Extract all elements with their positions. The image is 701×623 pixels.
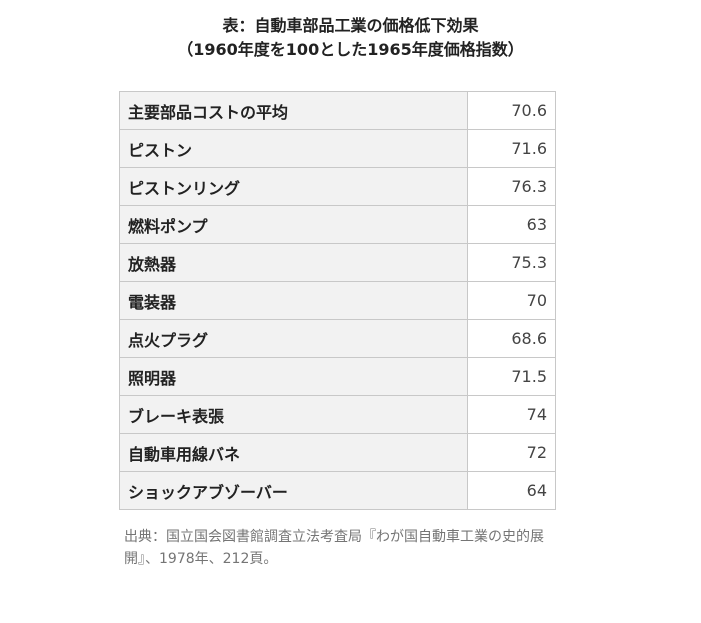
row-value: 70 xyxy=(467,281,556,320)
table-title-subtitle: （1960年度を100とした1965年度価格指数） xyxy=(177,40,524,59)
table-row: 照明器 71.5 xyxy=(119,357,556,396)
table-row: ショックアブゾーバー 64 xyxy=(119,471,556,510)
table-row: 点火プラグ 68.6 xyxy=(119,319,556,358)
row-value: 71.6 xyxy=(467,129,556,168)
row-label: ピストンリング xyxy=(119,167,468,206)
row-value: 64 xyxy=(467,471,556,510)
row-label: 照明器 xyxy=(119,357,468,396)
row-value: 63 xyxy=(467,205,556,244)
row-label: 主要部品コストの平均 xyxy=(119,91,468,130)
row-value: 70.6 xyxy=(467,91,556,130)
row-label: ショックアブゾーバー xyxy=(119,471,468,510)
row-label: 燃料ポンプ xyxy=(119,205,468,244)
table-row: 電装器 70 xyxy=(119,281,556,320)
table-row: ブレーキ表張 74 xyxy=(119,395,556,434)
row-value: 72 xyxy=(467,433,556,472)
table-row: ピストン 71.6 xyxy=(119,129,556,168)
row-label: ピストン xyxy=(119,129,468,168)
table-row: 自動車用線バネ 72 xyxy=(119,433,556,472)
table-row: ピストンリング 76.3 xyxy=(119,167,556,206)
row-label: 点火プラグ xyxy=(119,319,468,358)
table-row: 主要部品コストの平均 70.6 xyxy=(119,91,556,130)
table-row: 放熱器 75.3 xyxy=(119,243,556,282)
row-value: 76.3 xyxy=(467,167,556,206)
row-value: 71.5 xyxy=(467,357,556,396)
table-row: 燃料ポンプ 63 xyxy=(119,205,556,244)
source-note: 出典：国立国会図書館調査立法考査局『わが国自動車工業の史的展開』、1978年、2… xyxy=(124,529,544,567)
row-label: 自動車用線バネ xyxy=(119,433,468,472)
row-value: 75.3 xyxy=(467,243,556,282)
row-value: 68.6 xyxy=(467,319,556,358)
row-label: ブレーキ表張 xyxy=(119,395,468,434)
price-index-table: 主要部品コストの平均 70.6 ピストン 71.6 ピストンリング 76.3 燃… xyxy=(119,91,556,510)
row-value: 74 xyxy=(467,395,556,434)
table-title-main: 表：自動車部品工業の価格低下効果 xyxy=(222,16,479,35)
row-label: 電装器 xyxy=(119,281,468,320)
row-label: 放熱器 xyxy=(119,243,468,282)
table-title: 表：自動車部品工業の価格低下効果 （1960年度を100とした1965年度価格指… xyxy=(0,14,701,62)
